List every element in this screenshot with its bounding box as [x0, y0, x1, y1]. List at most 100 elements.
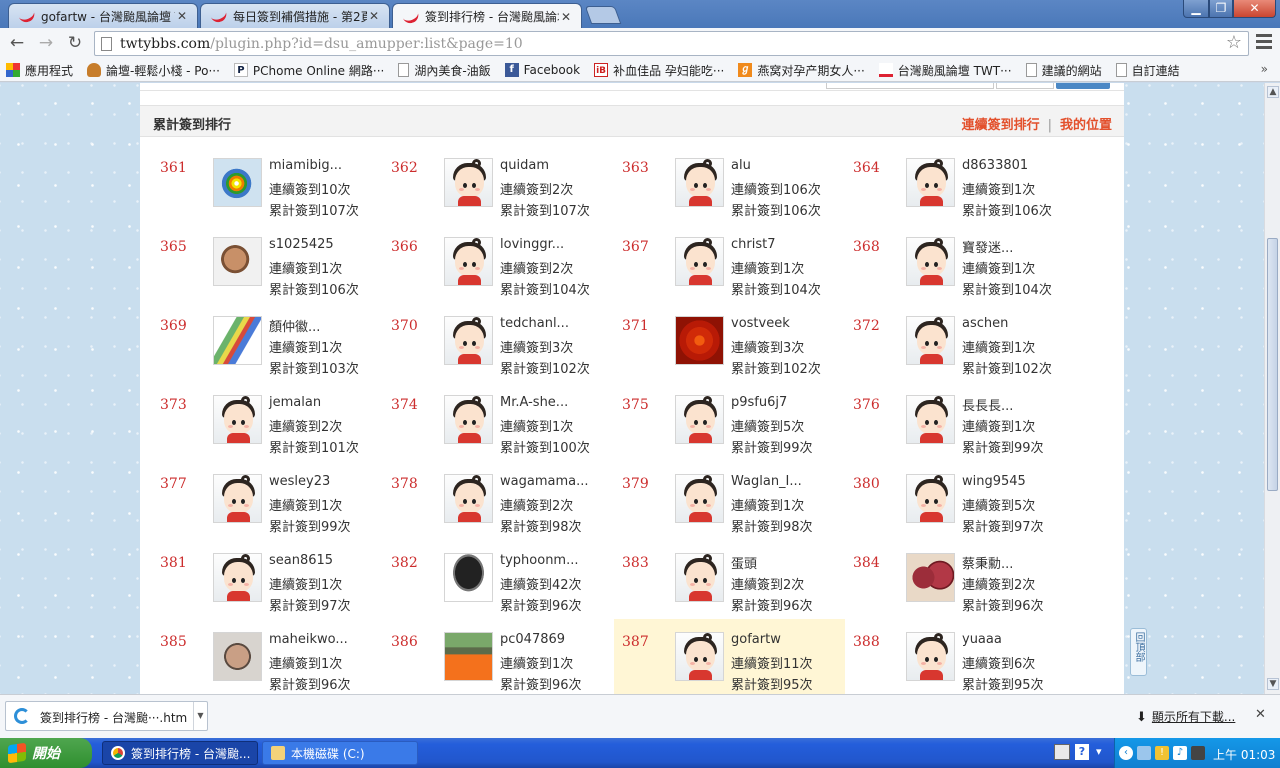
avatar[interactable] [213, 632, 262, 681]
avatar[interactable] [213, 316, 262, 365]
network-icon[interactable] [1137, 746, 1151, 760]
avatar[interactable] [213, 158, 262, 207]
username-link[interactable]: 蔡秉勳... [962, 553, 1013, 572]
username-link[interactable]: yuaaa [962, 632, 1002, 647]
username-link[interactable]: p9sfu6j7 [731, 395, 787, 410]
bookmark-item[interactable]: 建議的網站 [1025, 62, 1102, 79]
username-link[interactable]: typhoonm... [500, 553, 579, 568]
download-menu-caret-icon[interactable]: ▼ [193, 702, 207, 730]
address-bar[interactable]: twtybbs.com/plugin.php?id=dsu_amupper:li… [94, 31, 1249, 56]
search-input[interactable] [826, 83, 994, 89]
keyboard-icon[interactable] [1054, 744, 1070, 760]
avatar[interactable] [675, 553, 724, 602]
avatar[interactable] [906, 158, 955, 207]
bookmark-item[interactable]: ℊ 燕窝对孕产期女人··· [738, 62, 865, 79]
avatar[interactable] [906, 237, 955, 286]
avatar[interactable] [444, 395, 493, 444]
minimize-button[interactable]: ▁ [1183, 0, 1209, 18]
bookmark-item[interactable]: 自訂連結 [1115, 62, 1180, 79]
avatar[interactable] [675, 395, 724, 444]
username-link[interactable]: wing9545 [962, 474, 1026, 489]
forward-arrow-icon[interactable]: → [34, 32, 58, 54]
bookmark-item[interactable]: 論壇-輕鬆小棧 - Po··· [87, 62, 220, 79]
bookmark-item[interactable]: P PChome Online 網路··· [233, 62, 384, 79]
bookmark-item[interactable]: 應用程式 [6, 62, 73, 79]
avatar[interactable] [906, 316, 955, 365]
download-item[interactable]: 簽到排行榜 - 台灣颱···.htm ▼ [5, 701, 208, 731]
username-link[interactable]: gofartw [731, 632, 781, 647]
taskbar-explorer-window[interactable]: 本機磁碟 (C:) [262, 741, 418, 765]
avatar[interactable] [675, 474, 724, 523]
scrollbar-thumb[interactable] [1267, 238, 1278, 491]
bookmark-star-icon[interactable]: ☆ [1226, 32, 1242, 53]
close-window-button[interactable]: ✕ [1233, 0, 1276, 18]
tab-checkin-ranking[interactable]: 簽到排行榜 - 台灣颱風論壇 ✕ [392, 3, 582, 29]
avatar[interactable] [213, 395, 262, 444]
username-link[interactable]: Mr.A-she... [500, 395, 568, 410]
avatar[interactable] [675, 237, 724, 286]
username-link[interactable]: lovinggr... [500, 237, 564, 252]
avatar[interactable] [444, 237, 493, 286]
username-link[interactable]: wagamama... [500, 474, 588, 489]
avatar[interactable] [675, 632, 724, 681]
close-download-shelf-icon[interactable]: ✕ [1255, 707, 1266, 722]
username-link[interactable]: Waglan_I... [731, 474, 802, 489]
tab-close-icon[interactable]: ✕ [175, 9, 189, 23]
bookmarks-overflow-icon[interactable]: » [1261, 62, 1268, 76]
username-link[interactable]: d8633801 [962, 158, 1028, 173]
username-link[interactable]: 長長長... [962, 395, 1013, 414]
maximize-button[interactable]: ❐ [1209, 0, 1233, 18]
username-link[interactable]: quidam [500, 158, 549, 173]
username-link[interactable]: sean8615 [269, 553, 333, 568]
taskbar-chrome-window[interactable]: 簽到排行榜 - 台灣颱... [102, 741, 258, 765]
username-link[interactable]: jemalan [269, 395, 321, 410]
username-link[interactable]: 蛋頭 [731, 553, 757, 572]
username-link[interactable]: miamibig... [269, 158, 342, 173]
scroll-up-arrow-icon[interactable]: ▲ [1267, 86, 1279, 98]
chrome-menu-icon[interactable] [1256, 34, 1272, 50]
tab-daily-checkin[interactable]: 每日簽到補償措施 - 第2頁 ✕ [200, 3, 390, 28]
avatar[interactable] [213, 474, 262, 523]
avatar[interactable] [675, 316, 724, 365]
volume-icon[interactable]: ♪ [1173, 746, 1187, 760]
username-link[interactable]: 寶發迷... [962, 237, 1013, 256]
new-tab-button[interactable] [584, 6, 622, 24]
username-link[interactable]: 顏仲徽... [269, 316, 320, 335]
avatar[interactable] [444, 316, 493, 365]
start-button[interactable]: 開始 [0, 738, 92, 768]
avatar[interactable] [444, 158, 493, 207]
username-link[interactable]: maheikwo... [269, 632, 348, 647]
username-link[interactable]: vostveek [731, 316, 790, 331]
consecutive-ranking-link[interactable]: 連續簽到排行 [962, 118, 1040, 133]
avatar[interactable] [444, 553, 493, 602]
back-to-top-button[interactable]: 回頂部 [1130, 628, 1147, 676]
avatar[interactable] [906, 632, 955, 681]
bookmark-item[interactable]: 湖內美食-油飯 [398, 62, 491, 79]
back-arrow-icon[interactable]: ← [5, 32, 29, 54]
tab-close-icon[interactable]: ✕ [367, 9, 381, 23]
bookmark-item[interactable]: 台灣颱風論壇 TWT··· [878, 62, 1012, 79]
bookmark-item[interactable]: iB 补血佳品 孕妇能吃··· [594, 62, 724, 79]
username-link[interactable]: wesley23 [269, 474, 330, 489]
tab-close-icon[interactable]: ✕ [559, 10, 573, 24]
bookmark-item[interactable]: f Facebook [504, 63, 580, 77]
username-link[interactable]: pc047869 [500, 632, 565, 647]
username-link[interactable]: aschen [962, 316, 1008, 331]
avatar[interactable] [906, 395, 955, 444]
avatar[interactable] [675, 158, 724, 207]
reload-icon[interactable]: ↻ [63, 32, 87, 54]
search-button[interactable] [1056, 83, 1110, 89]
tab-gofartw[interactable]: gofartw - 台灣颱風論壇 TW ✕ [8, 3, 198, 28]
avatar[interactable] [906, 474, 955, 523]
help-icon[interactable]: ? [1075, 744, 1089, 760]
ime-toggle-icon[interactable]: ▾ [1096, 744, 1106, 760]
tray-expand-icon[interactable]: ‹ [1119, 746, 1133, 760]
avatar[interactable] [444, 632, 493, 681]
scroll-down-arrow-icon[interactable]: ▼ [1267, 678, 1279, 690]
show-all-downloads-link[interactable]: ⬇ 顯示所有下載... [1136, 708, 1235, 725]
avatar[interactable] [444, 474, 493, 523]
username-link[interactable]: christ7 [731, 237, 775, 252]
username-link[interactable]: tedchanl... [500, 316, 569, 331]
username-link[interactable]: s1025425 [269, 237, 334, 252]
avatar[interactable] [213, 553, 262, 602]
